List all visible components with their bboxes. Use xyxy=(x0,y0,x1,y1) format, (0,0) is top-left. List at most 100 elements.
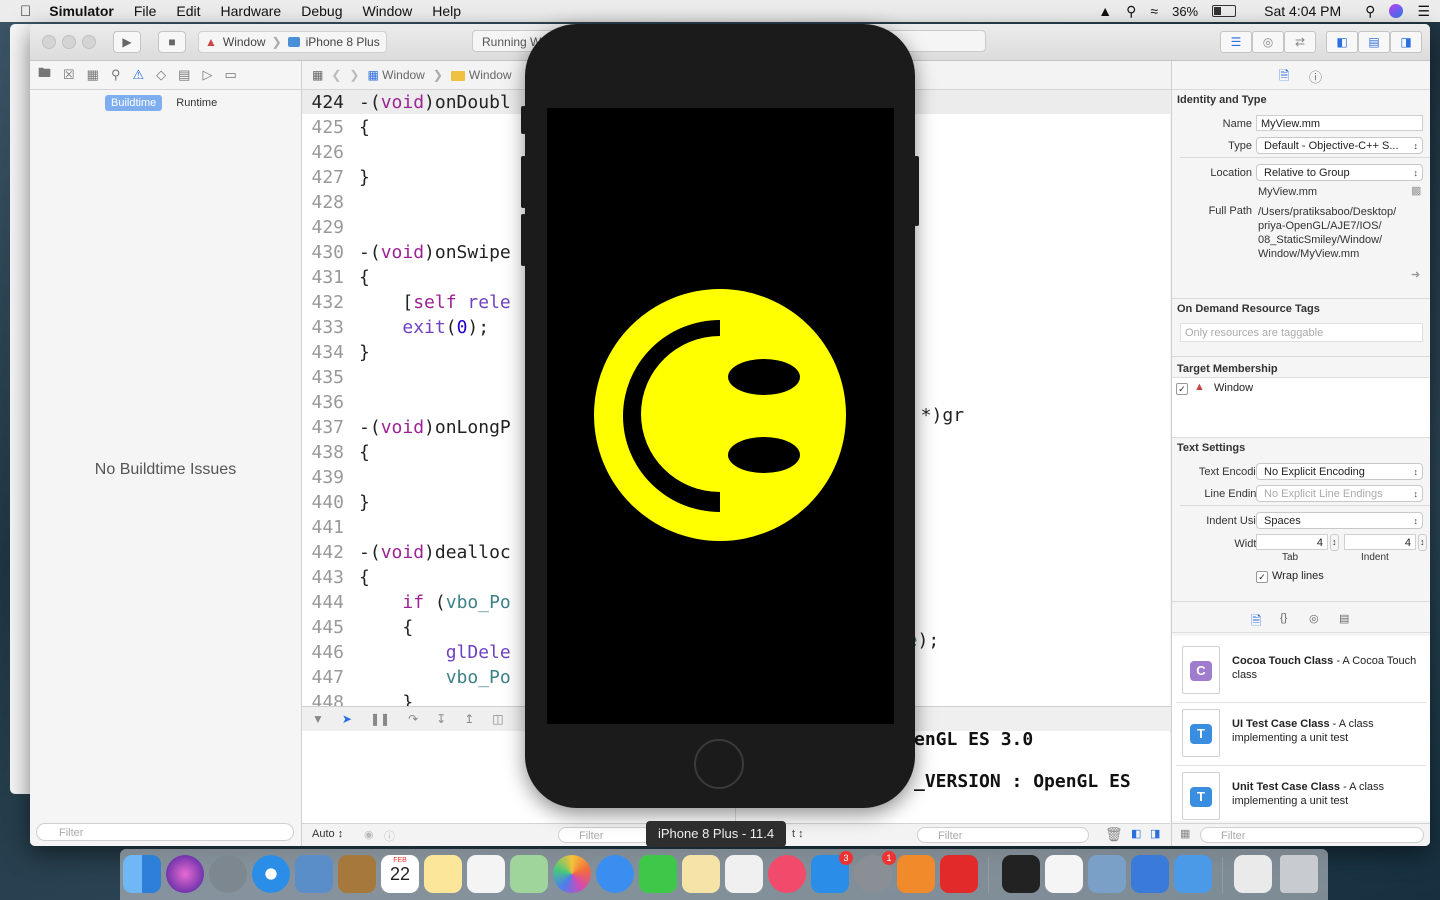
pages-icon[interactable] xyxy=(682,855,720,893)
scheme-selector[interactable]: ▲ Window ❯ iPhone 8 Plus xyxy=(198,31,387,53)
line-endings-popup[interactable]: No Explicit Line Endings ↕ xyxy=(1256,485,1423,502)
clock[interactable]: Sat 4:04 PM xyxy=(1264,3,1341,19)
source-control-icon[interactable]: ☒ xyxy=(63,67,75,83)
menu-window[interactable]: Window xyxy=(362,3,412,19)
object-library-icon[interactable]: ◎ xyxy=(1309,612,1319,625)
reveal-arrow-icon[interactable]: ➜ xyxy=(1411,268,1420,281)
apple-icon[interactable]:  xyxy=(20,3,31,20)
indent-width-stepper[interactable]: ↕ xyxy=(1418,534,1427,551)
type-popup[interactable]: Default - Objective-C++ S... ↕ xyxy=(1256,137,1423,154)
photos-icon[interactable] xyxy=(553,855,591,893)
breakpoints-toggle-icon[interactable]: ➤ xyxy=(342,712,352,726)
version-editor-button[interactable]: ⇄ xyxy=(1284,31,1316,53)
code-snippet-icon[interactable]: {} xyxy=(1280,612,1287,624)
media-library-icon[interactable]: ▤ xyxy=(1339,612,1349,625)
notification-center-icon[interactable]: ☰ xyxy=(1417,3,1430,20)
siri-icon[interactable] xyxy=(166,855,204,893)
volume-down-button[interactable] xyxy=(521,214,526,266)
menu-file[interactable]: File xyxy=(134,3,157,19)
menu-help[interactable]: Help xyxy=(432,3,461,19)
tab-buildtime[interactable]: Buildtime xyxy=(105,95,163,111)
eye-icon[interactable]: ◉ xyxy=(364,828,374,841)
wrap-lines-checkbox[interactable]: ✓ xyxy=(1256,571,1268,583)
info-icon[interactable]: ⓘ xyxy=(384,828,395,844)
terminal-icon[interactable] xyxy=(1002,855,1040,893)
symbol-icon[interactable]: ▦ xyxy=(87,67,99,83)
menu-app-name[interactable]: Simulator xyxy=(49,3,114,19)
reminders-icon[interactable] xyxy=(467,855,505,893)
assistant-editor-button[interactable]: ◎ xyxy=(1252,31,1284,53)
variables-view-toggle-icon[interactable]: ◧ xyxy=(1131,827,1141,840)
trash-icon[interactable]: 🗑 xyxy=(1105,826,1123,843)
menu-hardware[interactable]: Hardware xyxy=(221,3,282,19)
location-popup[interactable]: Relative to Group ↕ xyxy=(1256,164,1423,181)
pause-icon[interactable]: ❚❚ xyxy=(370,712,390,726)
documents-stack-icon[interactable] xyxy=(1234,855,1272,893)
step-into-icon[interactable]: ↧ xyxy=(436,712,446,726)
menu-debug[interactable]: Debug xyxy=(301,3,342,19)
search-icon[interactable]: ⚲ xyxy=(1365,3,1375,20)
mute-switch[interactable] xyxy=(521,106,526,134)
menu-edit[interactable]: Edit xyxy=(176,3,200,19)
grid-view-icon[interactable]: ▦ xyxy=(1180,827,1190,840)
minimize-window-button[interactable] xyxy=(62,35,76,49)
indent-width-field[interactable]: 4 xyxy=(1344,534,1416,550)
power-button[interactable] xyxy=(914,156,919,226)
numbers-icon[interactable] xyxy=(725,855,763,893)
facetime-icon[interactable] xyxy=(639,855,677,893)
auto-variables-popup[interactable]: Auto ↕ xyxy=(312,828,343,840)
library-filter-field[interactable]: Filter xyxy=(1200,827,1424,843)
find-icon[interactable]: ⚲ xyxy=(111,67,121,83)
template-item[interactable]: C Cocoa Touch Class - A Cocoa Touch class xyxy=(1182,644,1427,700)
run-button[interactable]: ▶ xyxy=(113,31,141,53)
mail-stamp-icon[interactable] xyxy=(295,855,333,893)
breakpoint-icon[interactable]: ▷ xyxy=(202,67,212,83)
step-out-icon[interactable]: ↥ xyxy=(464,712,474,726)
upload-icon[interactable]: ▲ xyxy=(1098,3,1112,19)
reveal-folder-icon[interactable]: ▩ xyxy=(1411,184,1421,197)
calendar-icon[interactable]: FEB 22 xyxy=(381,855,419,893)
folder-icon[interactable]: 🖿 xyxy=(38,64,51,86)
toggle-navigator-button[interactable]: ◧ xyxy=(1326,31,1358,53)
template-item[interactable]: T Unit Test Case Class - A class implemen… xyxy=(1182,770,1427,826)
navigator-filter-field[interactable]: Filter xyxy=(36,823,294,841)
app-store-icon[interactable]: 3 xyxy=(811,851,853,893)
battery-percent[interactable]: 36% xyxy=(1172,4,1198,19)
spotlight-small-icon[interactable]: ⚲ xyxy=(1126,3,1136,20)
safari-icon[interactable] xyxy=(252,855,290,893)
wifi-icon[interactable]: ≈ xyxy=(1150,3,1158,19)
messages-icon[interactable] xyxy=(596,855,634,893)
indent-using-popup[interactable]: Spaces ↕ xyxy=(1256,512,1423,529)
forward-arrow-icon[interactable]: ❯ xyxy=(349,68,359,82)
launchpad-icon[interactable] xyxy=(209,855,247,893)
back-arrow-icon[interactable]: ❮ xyxy=(331,68,341,82)
breadcrumb-folder[interactable]: Window xyxy=(450,68,512,82)
preview-icon[interactable] xyxy=(1088,855,1126,893)
odr-tags-field[interactable]: Only resources are taggable xyxy=(1180,323,1423,342)
battery-icon[interactable] xyxy=(1212,5,1237,17)
name-field[interactable]: MyView.mm xyxy=(1256,115,1423,131)
textedit-icon[interactable] xyxy=(1045,855,1083,893)
console-view-toggle-icon[interactable]: ◨ xyxy=(1150,827,1160,840)
target-checkbox[interactable]: ✓ xyxy=(1176,383,1188,395)
console-scope-popup[interactable]: t ↕ xyxy=(792,828,804,840)
toggle-debug-area-button[interactable]: ▤ xyxy=(1358,31,1390,53)
tab-width-field[interactable]: 4 xyxy=(1256,534,1328,550)
quick-help-icon[interactable]: ⓘ xyxy=(1309,67,1322,86)
zoom-window-button[interactable] xyxy=(82,35,96,49)
debug-icon[interactable]: ▤ xyxy=(178,67,190,83)
maps-icon[interactable] xyxy=(510,855,548,893)
tab-width-stepper[interactable]: ↕ xyxy=(1330,534,1339,551)
anydesk-icon[interactable] xyxy=(940,855,978,893)
siri-icon[interactable] xyxy=(1389,4,1404,18)
ibooks-icon[interactable] xyxy=(897,855,935,893)
step-over-icon[interactable]: ↷ xyxy=(408,712,418,726)
simulator-icon[interactable] xyxy=(1174,855,1212,893)
stop-button[interactable]: ■ xyxy=(158,31,186,53)
standard-editor-button[interactable]: ☰ xyxy=(1220,31,1252,53)
test-icon[interactable]: ◇ xyxy=(156,67,166,83)
console-filter-field[interactable]: Filter xyxy=(917,827,1089,843)
contacts-icon[interactable] xyxy=(338,855,376,893)
simulator-screen[interactable] xyxy=(547,108,894,724)
file-inspector-icon[interactable]: 🗎 xyxy=(1279,67,1289,89)
